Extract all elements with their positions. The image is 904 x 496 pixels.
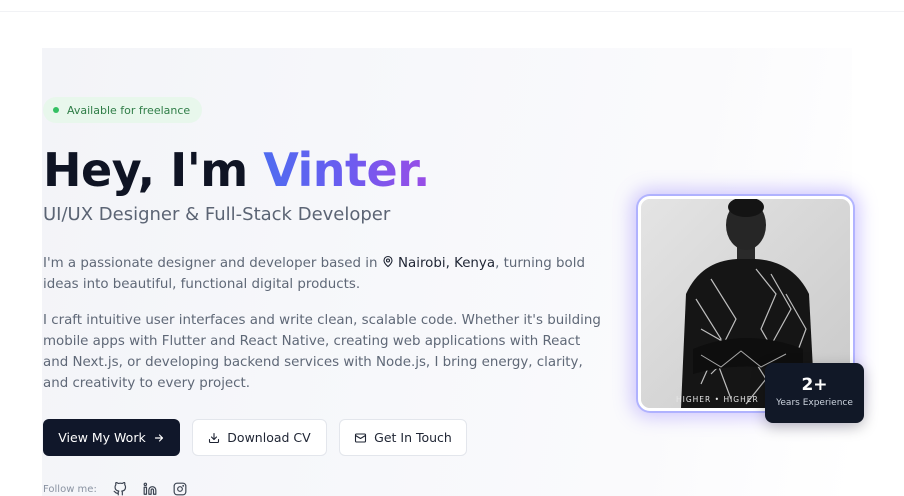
status-dot-icon (53, 107, 59, 113)
download-cv-label: Download CV (227, 430, 311, 445)
instagram-icon[interactable] (173, 482, 187, 496)
intro-text-before: I'm a passionate designer and developer … (43, 256, 382, 271)
description-paragraph: I craft intuitive user interfaces and wr… (43, 313, 601, 391)
download-icon (209, 432, 220, 443)
top-nav-bar (0, 0, 904, 12)
experience-value: 2+ (801, 375, 828, 395)
hero-greeting: Hey, I'm (43, 143, 264, 197)
shirt-text: HIGHER • HIGHER (676, 395, 759, 404)
hero-subtitle: UI/UX Designer & Full-Stack Developer (43, 204, 391, 225)
location: Nairobi, Kenya (382, 255, 496, 271)
view-my-work-label: View My Work (58, 430, 146, 445)
availability-label: Available for freelance (67, 103, 191, 117)
hero-name: Vinter. (263, 143, 430, 197)
view-my-work-button[interactable]: View My Work (43, 419, 180, 456)
get-in-touch-button[interactable]: Get In Touch (339, 419, 467, 456)
arrow-right-icon (154, 433, 163, 442)
experience-card: 2+ Years Experience (765, 363, 864, 423)
social-links: Follow me: (43, 482, 187, 496)
hero-title: Hey, I'm Vinter. (43, 142, 430, 198)
intro-paragraph: I'm a passionate designer and developer … (43, 253, 603, 295)
experience-label: Years Experience (776, 398, 853, 408)
mail-icon (355, 432, 367, 443)
download-cv-button[interactable]: Download CV (192, 419, 327, 456)
map-pin-icon (383, 255, 393, 268)
availability-badge: Available for freelance (43, 97, 203, 123)
get-in-touch-label: Get In Touch (374, 430, 452, 445)
location-text: Nairobi, Kenya (398, 256, 496, 271)
linkedin-icon[interactable] (143, 482, 157, 496)
follow-label: Follow me: (43, 483, 97, 495)
github-icon[interactable] (113, 482, 127, 496)
